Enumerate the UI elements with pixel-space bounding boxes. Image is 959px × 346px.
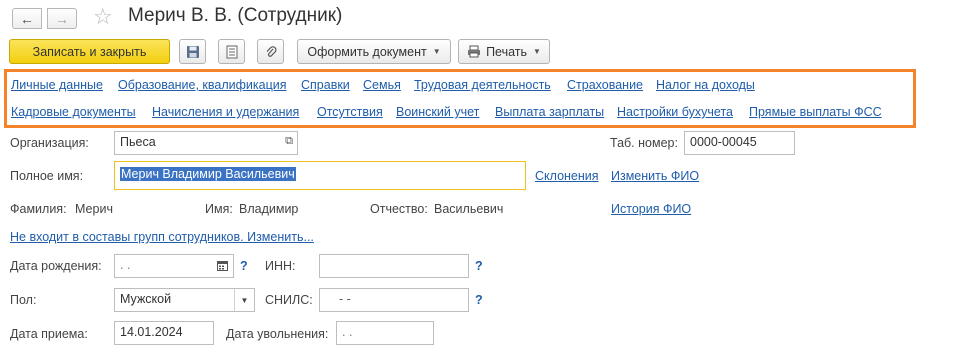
snils-help-icon[interactable]: ? [475,293,483,307]
patronymic-label: Отчество: [370,202,428,216]
birth-date-label: Дата рождения: [10,259,102,273]
star-icon[interactable]: ☆ [93,4,113,30]
window-title: Мерич В. В. (Сотрудник) [128,5,343,26]
sex-select[interactable]: Мужской ▼ [114,288,255,312]
hire-date-label: Дата приема: [10,327,88,341]
surname-label: Фамилия: [10,202,67,216]
patronymic-value: Васильевич [434,202,504,216]
create-document-button[interactable]: Оформить документ ▼ [297,39,451,64]
save-button[interactable] [179,39,206,64]
open-form-icon[interactable]: ⧉ [285,135,293,148]
organization-field[interactable]: Пьеса ⧉ [114,131,298,155]
change-fio-link[interactable]: Изменить ФИО [611,169,699,183]
arrow-left-icon: ← [20,10,34,27]
sex-value: Мужской [120,292,172,306]
org-label: Организация: [10,136,89,150]
snils-label: СНИЛС: [265,293,313,307]
link-salary-payment[interactable]: Выплата зарплаты [495,105,604,119]
link-work-history[interactable]: Трудовая деятельность [414,78,551,92]
dismissal-date-input[interactable]: . . [336,321,434,345]
link-military[interactable]: Воинский учет [396,105,479,119]
snils-input[interactable]: - - [319,288,469,312]
back-button[interactable]: ← [12,8,42,29]
dismissal-date-label: Дата увольнения: [226,327,329,341]
groups-link[interactable]: Не входит в составы групп сотрудников. И… [10,230,314,244]
create-document-label: Оформить документ [307,44,427,59]
document-list-icon [226,45,237,58]
fullname-label: Полное имя: [10,169,84,183]
sex-label: Пол: [10,293,37,307]
link-education[interactable]: Образование, квалификация [118,78,287,92]
organization-value: Пьеса [120,135,156,149]
fio-history-link[interactable]: История ФИО [611,202,691,216]
link-fss-payments[interactable]: Прямые выплаты ФСС [749,105,882,119]
fullname-input[interactable]: Мерич Владимир Васильевич [114,161,526,190]
link-absences[interactable]: Отсутствия [317,105,383,119]
print-button[interactable]: Печать ▼ [458,39,550,64]
tab-number-value: 0000-00045 [690,135,757,149]
birth-date-help-icon[interactable]: ? [240,259,248,273]
document-list-button[interactable] [218,39,245,64]
link-hr-documents[interactable]: Кадровые документы [11,105,136,119]
inn-label: ИНН: [265,259,296,273]
link-income-tax[interactable]: Налог на доходы [656,78,755,92]
birth-date-input[interactable]: . . [114,254,234,278]
floppy-disk-icon [186,45,199,58]
link-personal-data[interactable]: Личные данные [11,78,103,92]
inn-help-icon[interactable]: ? [475,259,483,273]
fullname-value: Мерич Владимир Васильевич [120,167,296,181]
save-close-button[interactable]: Записать и закрыть [9,39,170,64]
tab-number-label: Таб. номер: [610,136,678,150]
birth-date-value: . . [120,258,131,272]
surname-value: Мерич [75,202,113,216]
tab-number-field[interactable]: 0000-00045 [684,131,795,155]
arrow-right-icon: → [55,10,69,27]
calendar-icon[interactable] [217,260,228,271]
link-certificates[interactable]: Справки [301,78,350,92]
name-label: Имя: [205,202,233,216]
link-family[interactable]: Семья [363,78,401,92]
chevron-down-icon[interactable]: ▼ [234,289,254,311]
declensions-link[interactable]: Склонения [535,169,599,183]
printer-icon [468,45,481,58]
print-label: Печать [486,44,528,59]
attach-button[interactable] [257,39,284,64]
chevron-down-icon: ▼ [432,47,441,56]
chevron-down-icon: ▼ [533,47,541,56]
paperclip-icon [266,45,276,57]
name-value: Владимир [239,202,299,216]
link-insurance[interactable]: Страхование [567,78,643,92]
forward-button[interactable]: → [47,8,77,29]
inn-input[interactable] [319,254,469,278]
dismissal-date-value: . . [342,325,353,339]
link-accounting-settings[interactable]: Настройки бухучета [617,105,733,119]
hire-date-value: 14.01.2024 [120,325,183,339]
hire-date-input[interactable]: 14.01.2024 [114,321,214,345]
link-accruals[interactable]: Начисления и удержания [152,105,299,119]
snils-value: - - [339,292,351,306]
